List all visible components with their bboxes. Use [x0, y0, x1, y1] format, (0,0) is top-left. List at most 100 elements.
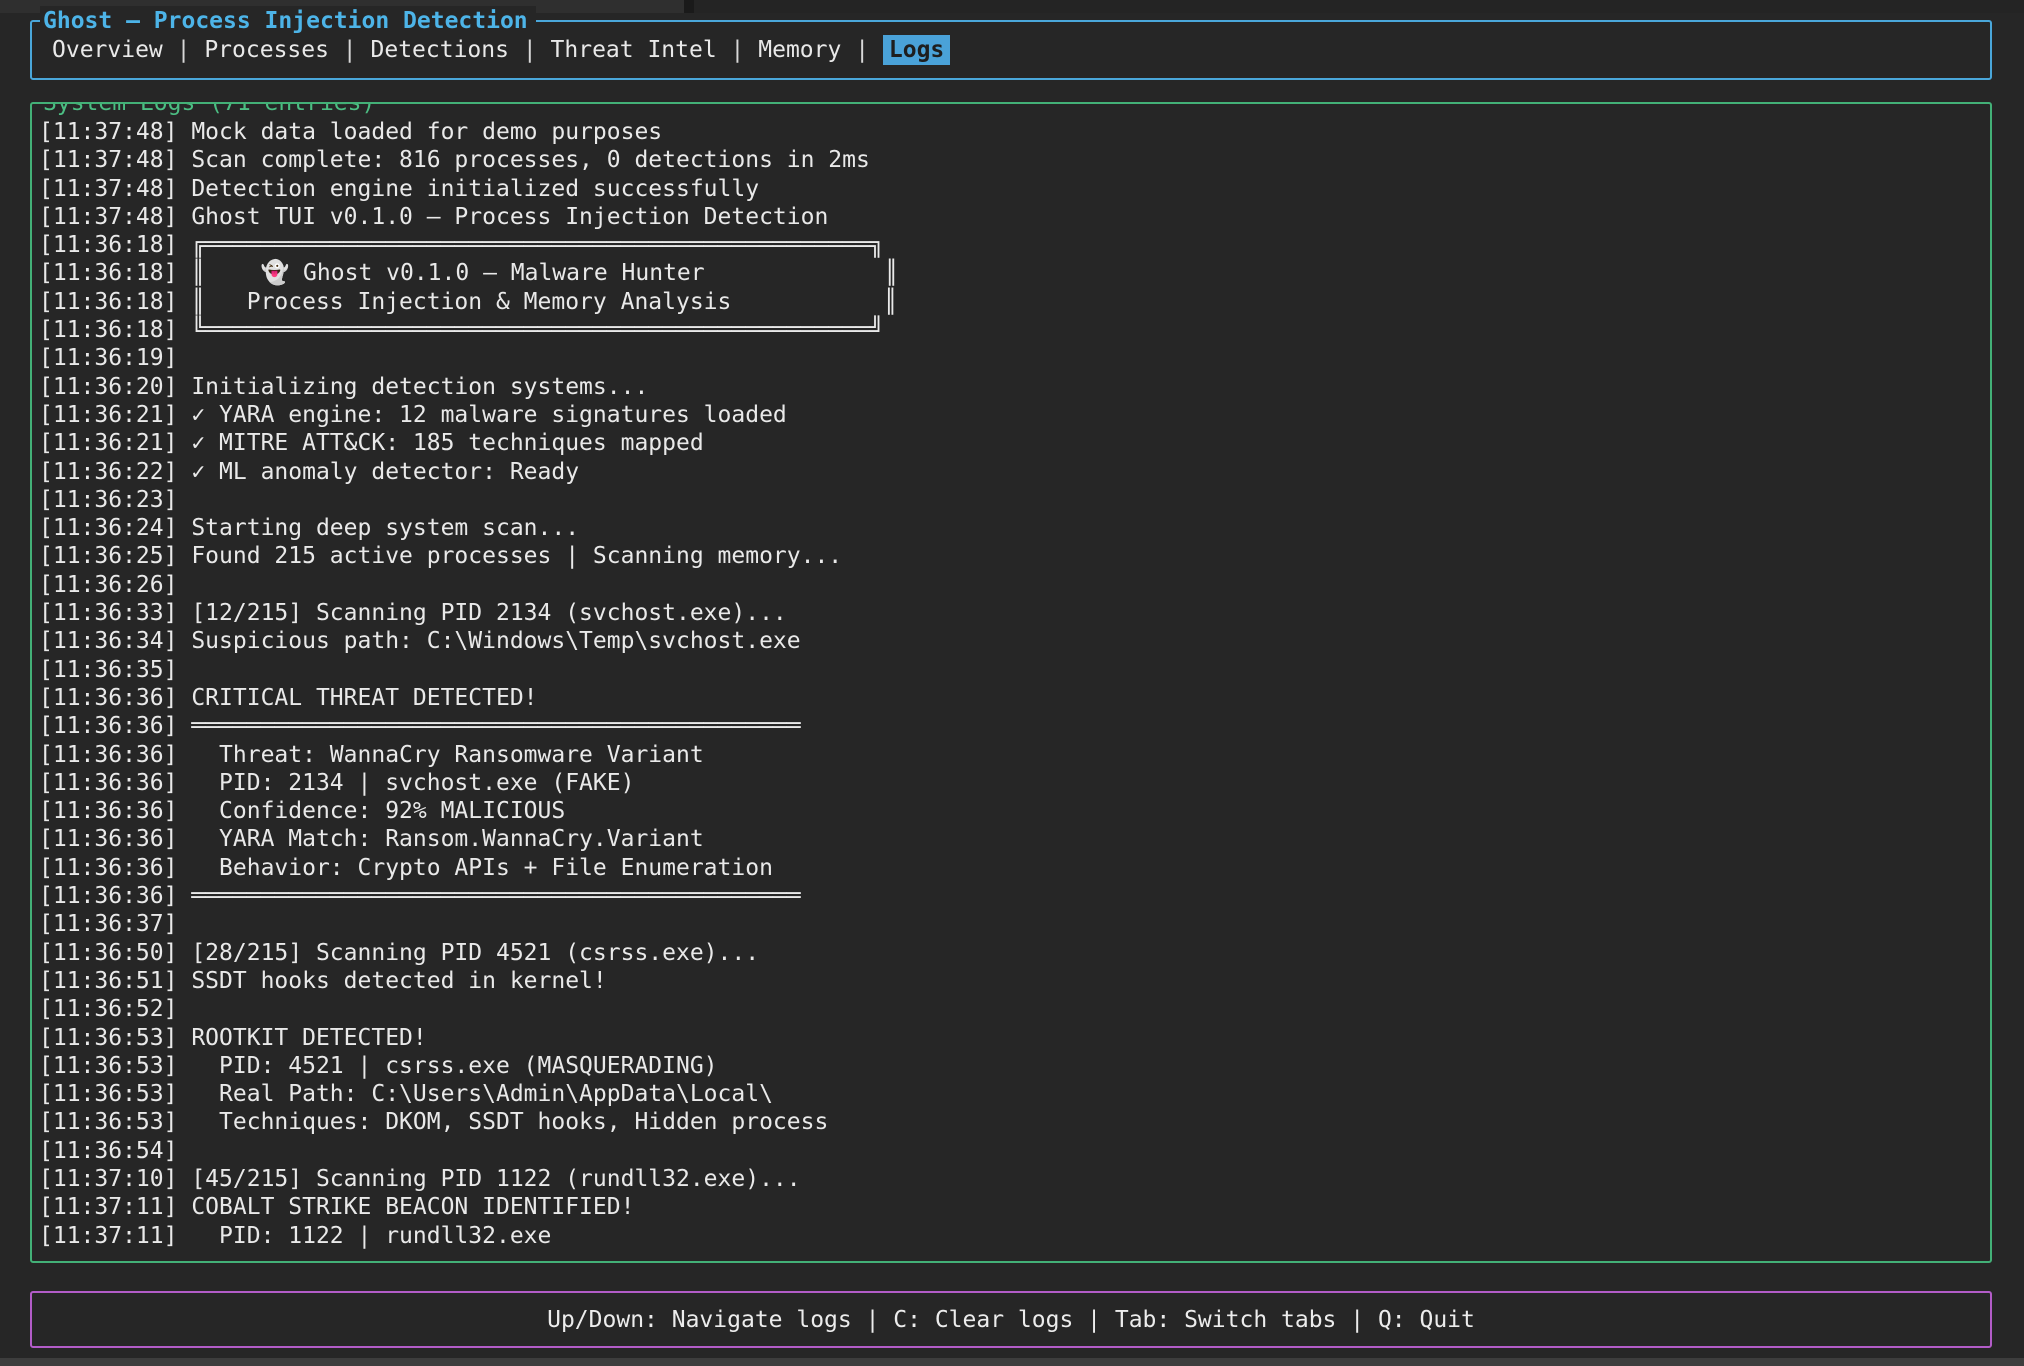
- log-line: [11:36:36] YARA Match: Ransom.WannaCry.V…: [39, 825, 1986, 853]
- tab-memory[interactable]: Memory: [758, 35, 841, 65]
- log-timestamp: [11:36:19]: [39, 345, 177, 371]
- log-line: [11:36:24] Starting deep system scan...: [39, 514, 1986, 542]
- log-timestamp: [11:36:20]: [39, 374, 177, 400]
- log-line: [11:36:54]: [39, 1137, 1986, 1165]
- log-line: [11:36:52]: [39, 995, 1986, 1023]
- log-timestamp: [11:36:36]: [39, 713, 177, 739]
- log-message: ╔═══════════════════════════════════════…: [177, 232, 883, 258]
- terminal-chrome-tab-divider: [684, 0, 694, 13]
- log-timestamp: [11:37:48]: [39, 176, 177, 202]
- tab-overview[interactable]: Overview: [52, 35, 163, 65]
- log-timestamp: [11:36:36]: [39, 770, 177, 796]
- tab-bar-panel: Ghost — Process Injection Detection Over…: [30, 20, 1992, 80]
- log-message: ════════════════════════════════════════…: [177, 883, 800, 909]
- log-timestamp: [11:36:25]: [39, 543, 177, 569]
- log-timestamp: [11:36:26]: [39, 572, 177, 598]
- log-timestamp: [11:37:48]: [39, 147, 177, 173]
- log-timestamp: [11:36:54]: [39, 1138, 177, 1164]
- log-message: Confidence: 92% MALICIOUS: [177, 798, 565, 824]
- log-timestamp: [11:37:10]: [39, 1166, 177, 1192]
- log-line: [11:36:50] [28/215] Scanning PID 4521 (c…: [39, 939, 1986, 967]
- log-line: [11:36:36] PID: 2134 | svchost.exe (FAKE…: [39, 769, 1986, 797]
- log-line: [11:36:18] ╚════════════════════════════…: [39, 316, 1986, 344]
- log-line: [11:36:25] Found 215 active processes | …: [39, 542, 1986, 570]
- log-message: Scan complete: 816 processes, 0 detectio…: [177, 147, 869, 173]
- tab-separator: |: [329, 37, 371, 63]
- log-message: Threat: WannaCry Ransomware Variant: [177, 742, 703, 768]
- log-timestamp: [11:36:36]: [39, 798, 177, 824]
- log-lines[interactable]: [11:37:48] Mock data loaded for demo pur…: [39, 118, 1986, 1257]
- log-timestamp: [11:36:18]: [39, 289, 177, 315]
- log-timestamp: [11:36:53]: [39, 1025, 177, 1051]
- log-line: [11:37:48] Detection engine initialized …: [39, 175, 1986, 203]
- log-message: YARA Match: Ransom.WannaCry.Variant: [177, 826, 703, 852]
- log-timestamp: [11:37:48]: [39, 119, 177, 145]
- log-line: [11:36:37]: [39, 910, 1986, 938]
- tab-processes[interactable]: Processes: [204, 35, 329, 65]
- log-timestamp: [11:36:23]: [39, 487, 177, 513]
- log-timestamp: [11:37:48]: [39, 204, 177, 230]
- log-timestamp: [11:36:53]: [39, 1053, 177, 1079]
- log-line: [11:36:36] Behavior: Crypto APIs + File …: [39, 854, 1986, 882]
- log-timestamp: [11:36:51]: [39, 968, 177, 994]
- log-line: [11:37:11] COBALT STRIKE BEACON IDENTIFI…: [39, 1193, 1986, 1221]
- log-timestamp: [11:36:53]: [39, 1109, 177, 1135]
- log-line: [11:36:23]: [39, 486, 1986, 514]
- log-message: ════════════════════════════════════════…: [177, 713, 800, 739]
- log-line: [11:36:26]: [39, 571, 1986, 599]
- app-title: Ghost — Process Injection Detection: [40, 6, 536, 36]
- log-timestamp: [11:36:34]: [39, 628, 177, 654]
- log-line: [11:37:48] Mock data loaded for demo pur…: [39, 118, 1986, 146]
- log-line: [11:36:35]: [39, 656, 1986, 684]
- log-line: [11:37:48] Ghost TUI v0.1.0 — Process In…: [39, 203, 1986, 231]
- tab-bar: Overview | Processes | Detections | Thre…: [52, 35, 950, 65]
- log-line: [11:36:36] ═════════════════════════════…: [39, 712, 1986, 740]
- tab-detections[interactable]: Detections: [371, 35, 509, 65]
- log-line: [11:36:53] Techniques: DKOM, SSDT hooks,…: [39, 1108, 1986, 1136]
- tab-logs[interactable]: Logs: [883, 35, 950, 65]
- tab-threat-intel[interactable]: Threat Intel: [551, 35, 717, 65]
- log-message: Found 215 active processes | Scanning me…: [177, 543, 842, 569]
- log-timestamp: [11:36:21]: [39, 402, 177, 428]
- log-timestamp: [11:36:35]: [39, 657, 177, 683]
- log-timestamp: [11:36:36]: [39, 826, 177, 852]
- log-message: Suspicious path: C:\Windows\Temp\svchost…: [177, 628, 800, 654]
- log-message: Ghost TUI v0.1.0 — Process Injection Det…: [177, 204, 828, 230]
- log-message: Initializing detection systems...: [177, 374, 648, 400]
- tab-separator: |: [509, 37, 551, 63]
- log-line: [11:36:19]: [39, 344, 1986, 372]
- log-line: [11:36:18] ║ Process Injection & Memory …: [39, 288, 1986, 316]
- log-message: ✓ YARA engine: 12 malware signatures loa…: [177, 402, 786, 428]
- logs-panel-title: System Logs (71 entries): [40, 102, 383, 118]
- log-message: ║ 👻 Ghost v0.1.0 — Malware Hunter ║: [177, 260, 898, 286]
- log-message: Mock data loaded for demo purposes: [177, 119, 662, 145]
- log-message: ROOTKIT DETECTED!: [177, 1025, 426, 1051]
- log-timestamp: [11:36:21]: [39, 430, 177, 456]
- log-line: [11:37:11] PID: 1122 | rundll32.exe: [39, 1222, 1986, 1250]
- tab-separator: |: [163, 37, 205, 63]
- log-message: [28/215] Scanning PID 4521 (csrss.exe)..…: [177, 940, 759, 966]
- log-timestamp: [11:36:18]: [39, 260, 177, 286]
- tab-separator: |: [841, 37, 883, 63]
- log-timestamp: [11:36:36]: [39, 742, 177, 768]
- logs-panel: System Logs (71 entries) [11:37:48] Mock…: [30, 102, 1992, 1263]
- log-line: [11:36:51] SSDT hooks detected in kernel…: [39, 967, 1986, 995]
- log-timestamp: [11:36:36]: [39, 855, 177, 881]
- log-message: ╚═══════════════════════════════════════…: [177, 317, 883, 343]
- log-timestamp: [11:37:11]: [39, 1223, 177, 1249]
- log-message: PID: 1122 | rundll32.exe: [177, 1223, 551, 1249]
- log-line: [11:36:21] ✓ YARA engine: 12 malware sig…: [39, 401, 1986, 429]
- log-timestamp: [11:36:52]: [39, 996, 177, 1022]
- log-line: [11:36:53] ROOTKIT DETECTED!: [39, 1024, 1986, 1052]
- log-line: [11:36:18] ╔════════════════════════════…: [39, 231, 1986, 259]
- log-line: [11:36:20] Initializing detection system…: [39, 373, 1986, 401]
- log-message: Detection engine initialized successfull…: [177, 176, 759, 202]
- log-message: ║ Process Injection & Memory Analysis ║: [177, 289, 897, 315]
- log-timestamp: [11:36:22]: [39, 459, 177, 485]
- log-message: ✓ ML anomaly detector: Ready: [177, 459, 579, 485]
- log-line: [11:36:53] PID: 4521 | csrss.exe (MASQUE…: [39, 1052, 1986, 1080]
- log-line: [11:36:21] ✓ MITRE ATT&CK: 185 technique…: [39, 429, 1986, 457]
- log-line: [11:36:34] Suspicious path: C:\Windows\T…: [39, 627, 1986, 655]
- log-message: COBALT STRIKE BEACON IDENTIFIED!: [177, 1194, 634, 1220]
- log-timestamp: [11:36:18]: [39, 232, 177, 258]
